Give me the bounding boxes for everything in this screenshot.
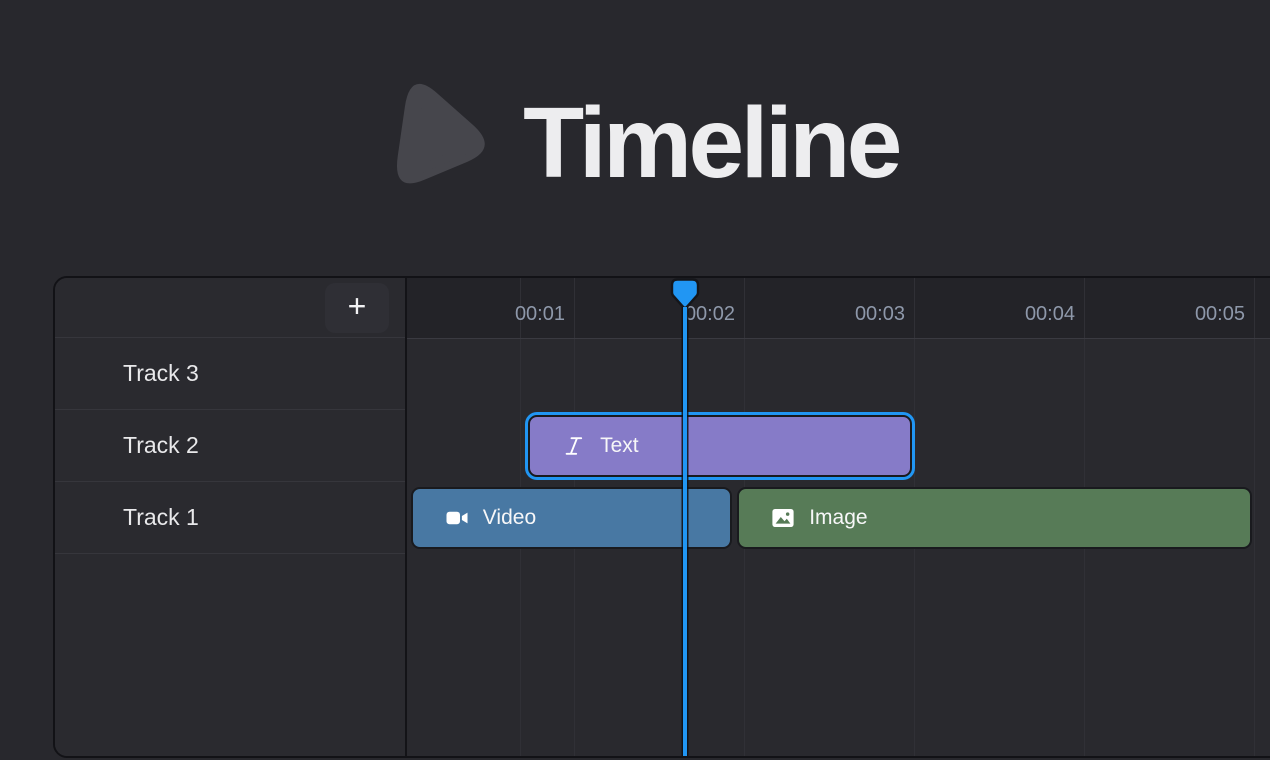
ruler-tick-label: 00:05 — [1084, 278, 1254, 338]
page-title: Timeline — [523, 93, 899, 193]
clip-image[interactable]: Image — [737, 487, 1252, 549]
playhead-line — [683, 307, 687, 756]
italic-text-icon — [562, 434, 586, 458]
video-camera-icon — [445, 506, 469, 530]
time-ruler[interactable]: 00:01 00:02 00:03 00:04 00:05 — [407, 278, 1270, 339]
play-logo-icon — [371, 68, 497, 206]
timeline-grid: 00:01 00:02 00:03 00:04 00:05 Text Video… — [407, 278, 1270, 756]
track-list: + Track 3 Track 2 Track 1 — [55, 278, 407, 756]
clip-text[interactable]: Text — [528, 415, 912, 477]
ruler-tick-label: 00:04 — [914, 278, 1084, 338]
ruler-tick-label: 00:01 — [407, 278, 574, 338]
track-label: Track 2 — [123, 432, 199, 459]
track-list-header: + — [55, 278, 405, 338]
clip-label: Video — [483, 506, 536, 530]
ruler-tick-label: 00:02 — [574, 278, 744, 338]
plus-icon: + — [348, 290, 367, 322]
track-label: Track 3 — [123, 360, 199, 387]
track-label: Track 1 — [123, 504, 199, 531]
track-row-2[interactable]: Track 2 — [55, 410, 405, 482]
timeline-panel: + Track 3 Track 2 Track 1 00:01 00:02 00… — [53, 276, 1270, 758]
track-row-3[interactable]: Track 3 — [55, 338, 405, 410]
add-track-button[interactable]: + — [325, 283, 389, 333]
ruler-tick-label: 00:03 — [744, 278, 914, 338]
app-header: Timeline — [0, 68, 1270, 206]
clip-label: Image — [809, 506, 867, 530]
track-row-1[interactable]: Track 1 — [55, 482, 405, 554]
clip-label: Text — [600, 434, 639, 458]
image-icon — [771, 506, 795, 530]
